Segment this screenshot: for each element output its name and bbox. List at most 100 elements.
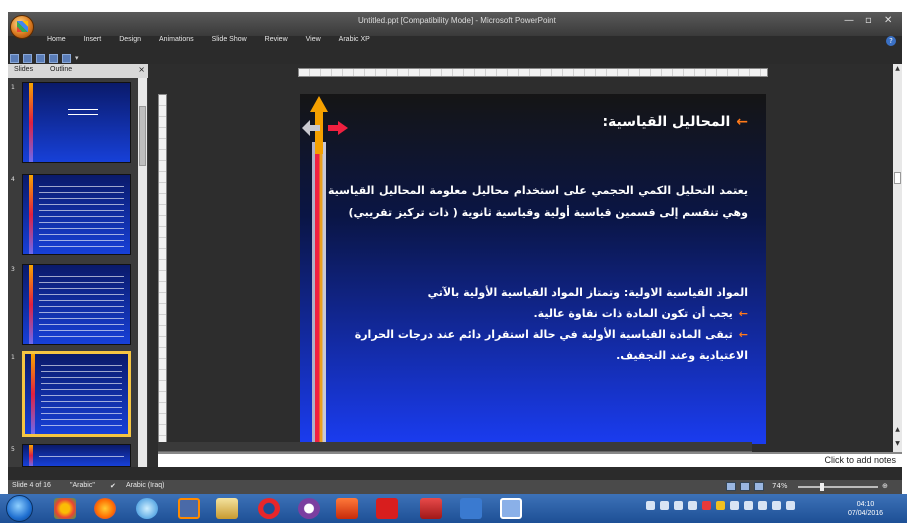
powerpoint-icon[interactable] (420, 498, 442, 519)
save-icon[interactable] (10, 53, 19, 63)
tray-icon[interactable] (688, 501, 697, 510)
tray-icon[interactable] (702, 501, 711, 510)
network-icon[interactable] (758, 501, 767, 510)
thumbnail-decoration (29, 445, 33, 466)
window-title: Untitled.ppt [Compatibility Mode] - Micr… (358, 16, 556, 25)
arrow-bullet-icon: ← (736, 114, 748, 130)
tab-design[interactable]: Design (110, 34, 150, 48)
current-slide[interactable]: ← المحاليل القياسية: يعتمد التحليل الكمي … (300, 94, 766, 444)
zoom-level[interactable]: 74% (772, 482, 788, 490)
next-slide-icon[interactable]: ▼ (893, 440, 902, 447)
tab-view[interactable]: View (297, 34, 330, 48)
slide-thumbnail[interactable] (22, 264, 131, 345)
thumbnail-text (39, 183, 124, 248)
previous-slide-icon[interactable]: ▲ (893, 426, 902, 433)
slide-thumbnail-selected[interactable] (22, 351, 131, 437)
vertical-ruler (158, 94, 167, 459)
slide-counter: Slide 4 of 16 (12, 482, 51, 489)
clock-date: 07/04/2016 (848, 510, 884, 517)
tray-icon[interactable] (674, 501, 683, 510)
file-explorer-icon[interactable] (216, 498, 238, 519)
tab-home[interactable]: Home (38, 34, 75, 48)
clock-time: 04:10 (856, 501, 875, 508)
notes-splitter[interactable] (158, 442, 752, 452)
thumbnail-number: 3 (11, 266, 15, 273)
layout-icon[interactable] (62, 53, 71, 63)
thumbnail-decoration (29, 175, 33, 254)
pdf-reader-icon[interactable] (376, 498, 398, 519)
theme-name: "Arabic" (70, 482, 95, 489)
maximize-button[interactable]: ▫ (865, 15, 872, 27)
help-icon[interactable]: ? (886, 36, 896, 46)
chrome-icon[interactable] (54, 498, 76, 519)
new-slide-icon[interactable] (49, 53, 58, 63)
list-item-text: تبقى المادة القياسية الأولية في حالة است… (354, 328, 748, 362)
viber-icon[interactable] (298, 498, 320, 519)
list-item: ← يجب أن تكون المادة ذات نقاوة عالية. (318, 303, 748, 324)
status-bar: Slide 4 of 16 "Arabic" ✔ Arabic (Iraq) 7… (8, 480, 902, 494)
title-bar: Untitled.ppt [Compatibility Mode] - Micr… (8, 12, 902, 36)
opera-icon[interactable] (258, 498, 280, 519)
firefox-icon[interactable] (94, 498, 116, 519)
tab-review[interactable]: Review (256, 34, 297, 48)
tool-icon[interactable] (460, 498, 482, 519)
slide-show-button[interactable] (754, 482, 764, 491)
start-button[interactable] (6, 495, 33, 522)
tray-icon[interactable] (730, 501, 739, 510)
internet-explorer-icon[interactable] (136, 498, 158, 519)
signal-icon[interactable] (786, 501, 795, 510)
slide-editing-area: ← المحاليل القياسية: يعتمد التحليل الكمي … (148, 64, 902, 467)
slide-sorter-button[interactable] (740, 482, 750, 491)
bulleted-list[interactable]: المواد القياسية الاولية: وتمتاز المواد ا… (318, 282, 748, 366)
close-icon[interactable]: × (138, 65, 145, 74)
quick-access-toolbar: ▾ (10, 52, 79, 64)
normal-view-button[interactable] (726, 482, 736, 491)
undo-icon[interactable] (23, 53, 32, 63)
tab-arabic-xp[interactable]: Arabic XP (330, 34, 379, 48)
slide-thumbnail[interactable] (22, 174, 131, 255)
paragraph-text[interactable]: يعتمد التحليل الكمي الحجمي على استخدام م… (328, 180, 748, 224)
volume-icon[interactable] (744, 501, 753, 510)
slide-thumbnail[interactable] (22, 444, 131, 467)
media-player-icon[interactable] (178, 498, 200, 519)
editing-area-scrollbar[interactable]: ▲ ▲ ▼ (893, 64, 902, 467)
spellcheck-icon[interactable]: ✔ (110, 482, 116, 490)
powerpoint-window: Untitled.ppt [Compatibility Mode] - Micr… (8, 12, 902, 494)
tray-icon[interactable] (646, 501, 655, 510)
flag-icon[interactable] (772, 501, 781, 510)
thumbnail-number: 1 (11, 354, 15, 361)
tab-insert[interactable]: Insert (75, 34, 111, 48)
office-button[interactable] (10, 15, 34, 39)
thumbnail-text (39, 453, 124, 460)
tab-outline[interactable]: Outline (46, 65, 76, 74)
slide-thumbnail[interactable] (22, 82, 131, 163)
tab-animations[interactable]: Animations (150, 34, 203, 48)
scrollbar-thumb[interactable] (139, 106, 146, 166)
scrollbar-thumb[interactable] (894, 172, 901, 184)
thumbnail-number: 5 (11, 446, 15, 453)
minimize-button[interactable]: — (844, 15, 854, 27)
list-item: ←تبقى المادة القياسية الأولية في حالة اس… (318, 324, 748, 366)
taskbar-clock[interactable]: 04:10 07/04/2016 (848, 500, 883, 518)
desktop-screen: Untitled.ppt [Compatibility Mode] - Micr… (0, 0, 907, 523)
document-icon[interactable] (500, 498, 522, 519)
list-intro: المواد القياسية الاولية: وتمتاز المواد ا… (427, 286, 748, 299)
tab-slides[interactable]: Slides (10, 65, 37, 74)
zoom-slider[interactable] (798, 486, 878, 488)
notes-pane[interactable]: Click to add notes (158, 452, 902, 467)
tray-icon[interactable] (660, 501, 669, 510)
chevron-down-icon[interactable]: ▾ (75, 54, 79, 62)
tray-icon[interactable] (716, 501, 725, 510)
tab-slide-show[interactable]: Slide Show (203, 34, 256, 48)
redo-icon[interactable] (36, 53, 45, 63)
image-viewer-icon[interactable] (336, 498, 358, 519)
zoom-slider-handle[interactable] (820, 483, 824, 491)
ribbon-tabs: Home Insert Design Animations Slide Show… (38, 34, 379, 48)
fit-to-window-icon[interactable]: ⊕ (882, 482, 888, 490)
language-indicator[interactable]: Arabic (Iraq) (126, 482, 165, 489)
slide-title[interactable]: ← المحاليل القياسية: (602, 114, 748, 130)
close-button[interactable]: ✕ (884, 15, 892, 27)
arrow-bullet-icon: ← (738, 328, 748, 341)
slides-pane-scrollbar[interactable] (138, 78, 147, 467)
scroll-up-icon[interactable]: ▲ (893, 65, 902, 72)
